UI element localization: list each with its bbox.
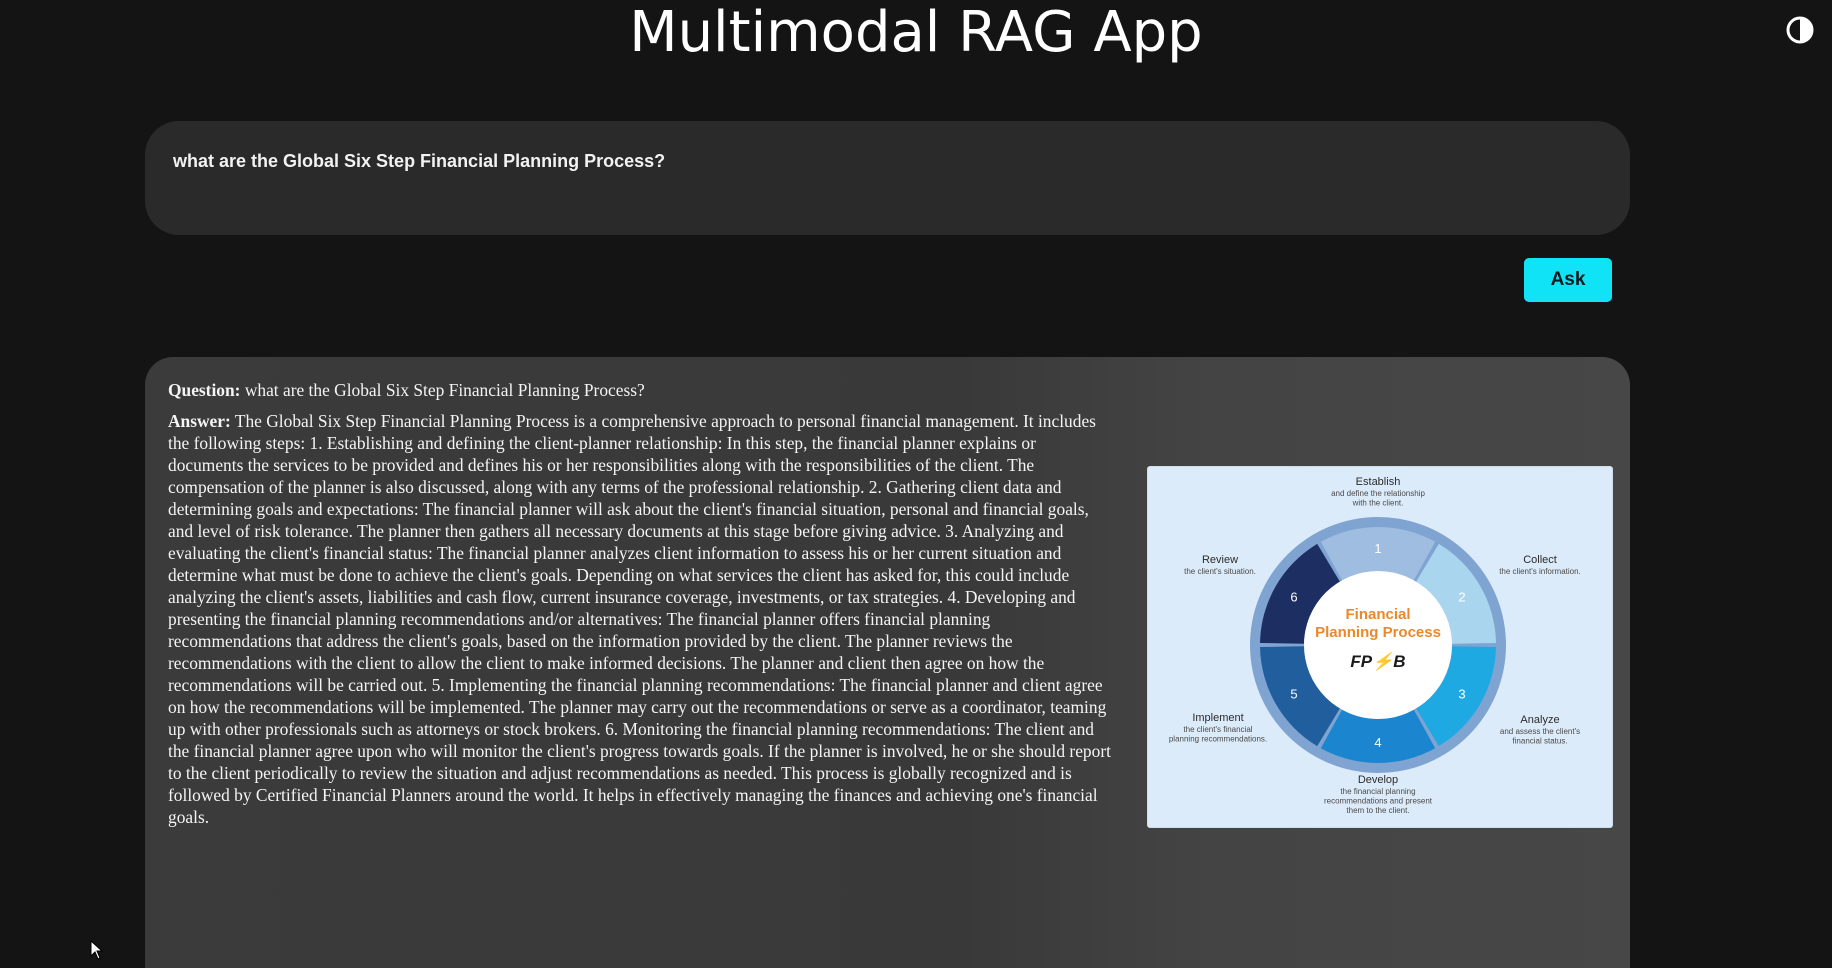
query-input[interactable]: what are the Global Six Step Financial P… <box>173 151 1602 205</box>
step-desc-1-2: with the client. <box>1352 499 1404 508</box>
question-text: what are the Global Six Step Financial P… <box>244 380 645 400</box>
step-title-5: Implement <box>1192 712 1243 724</box>
answer-block: Answer: The Global Six Step Financial Pl… <box>168 410 1113 828</box>
theme-toggle-icon[interactable] <box>1784 14 1816 46</box>
step-desc-4-1: the financial planning <box>1340 787 1415 796</box>
answer-label: Answer: <box>168 411 231 431</box>
step-desc-6-1: the client's situation. <box>1184 567 1256 576</box>
center-title-line2: Planning Process <box>1315 624 1441 641</box>
query-box[interactable]: what are the Global Six Step Financial P… <box>145 121 1630 235</box>
center-disc <box>1304 571 1452 719</box>
ask-button[interactable]: Ask <box>1524 258 1612 302</box>
center-title-line1: Financial <box>1345 606 1410 623</box>
question-label: Question: <box>168 380 241 400</box>
step-title-3: Analyze <box>1520 714 1559 726</box>
segment-number-6: 6 <box>1290 590 1297 605</box>
step-desc-3-1: and assess the client's <box>1500 727 1580 736</box>
fpsb-logo: FP⚡B <box>1350 651 1405 672</box>
mouse-pointer-icon <box>90 940 104 960</box>
app-page: Multimodal RAG App what are the Global S… <box>0 0 1832 968</box>
step-desc-5-1: the client's financial <box>1183 725 1252 734</box>
step-desc-2-1: the client's information. <box>1499 567 1581 576</box>
segment-number-2: 2 <box>1458 590 1465 605</box>
step-desc-4-3: them to the client. <box>1346 806 1409 815</box>
step-desc-5-2: planning recommendations. <box>1169 735 1267 744</box>
financial-planning-cycle-graphic: 1 2 3 4 5 6 Financial Planning Process FP⚡B E… <box>1169 476 1581 815</box>
step-title-6: Review <box>1202 554 1238 566</box>
segment-number-3: 3 <box>1458 687 1465 702</box>
segment-number-1: 1 <box>1374 541 1381 556</box>
step-desc-1-1: and define the relationship <box>1331 489 1425 498</box>
step-title-2: Collect <box>1523 554 1557 566</box>
financial-planning-diagram: 1 2 3 4 5 6 Financial Planning Process FP⚡B E… <box>1148 467 1612 827</box>
app-title: Multimodal RAG App <box>629 0 1203 65</box>
segment-number-4: 4 <box>1374 735 1381 750</box>
qa-text: Question: what are the Global Six Step F… <box>168 379 1113 828</box>
contrast-icon <box>1786 16 1814 44</box>
answer-text: The Global Six Step Financial Planning P… <box>168 411 1111 827</box>
step-desc-3-2: financial status. <box>1512 737 1567 746</box>
step-desc-4-2: recommendations and present <box>1324 797 1433 806</box>
step-title-4: Develop <box>1358 774 1398 786</box>
segment-number-5: 5 <box>1290 687 1297 702</box>
result-panel: Question: what are the Global Six Step F… <box>145 357 1630 968</box>
step-title-1: Establish <box>1356 476 1401 488</box>
question-line: Question: what are the Global Six Step F… <box>168 379 1113 401</box>
